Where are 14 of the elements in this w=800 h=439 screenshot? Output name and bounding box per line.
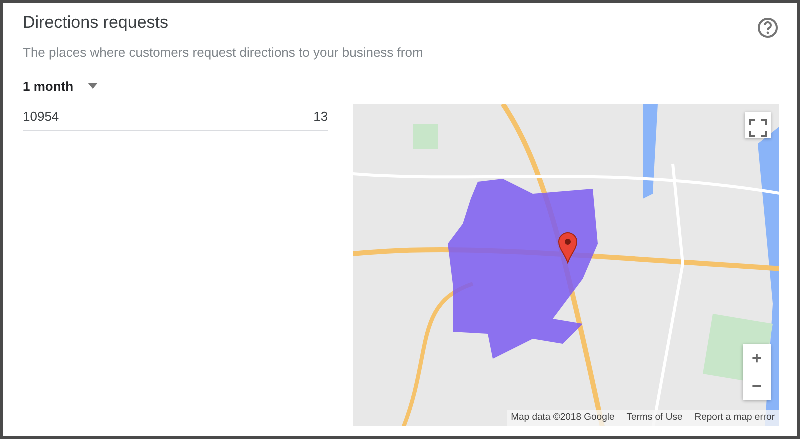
period-dropdown[interactable]: 1 month bbox=[23, 76, 98, 96]
zoom-in-button[interactable]: + bbox=[743, 344, 771, 372]
zip-code-label: 10954 bbox=[23, 108, 60, 126]
zoom-out-button[interactable]: − bbox=[743, 372, 771, 400]
map-link[interactable]: Report a map error bbox=[694, 410, 775, 425]
request-count: 13 bbox=[314, 108, 328, 126]
fullscreen-button[interactable] bbox=[745, 112, 771, 138]
map-pin-icon bbox=[558, 232, 578, 264]
map-attribution: Map data ©2018 Google bbox=[511, 410, 615, 425]
help-icon[interactable] bbox=[757, 17, 779, 39]
card-subtitle: The places where customers request directions to your business from bbox=[23, 44, 424, 62]
map-link[interactable]: Terms of Use bbox=[626, 410, 683, 425]
caret-icon bbox=[88, 83, 98, 90]
card-title: Directions requests bbox=[23, 13, 169, 34]
